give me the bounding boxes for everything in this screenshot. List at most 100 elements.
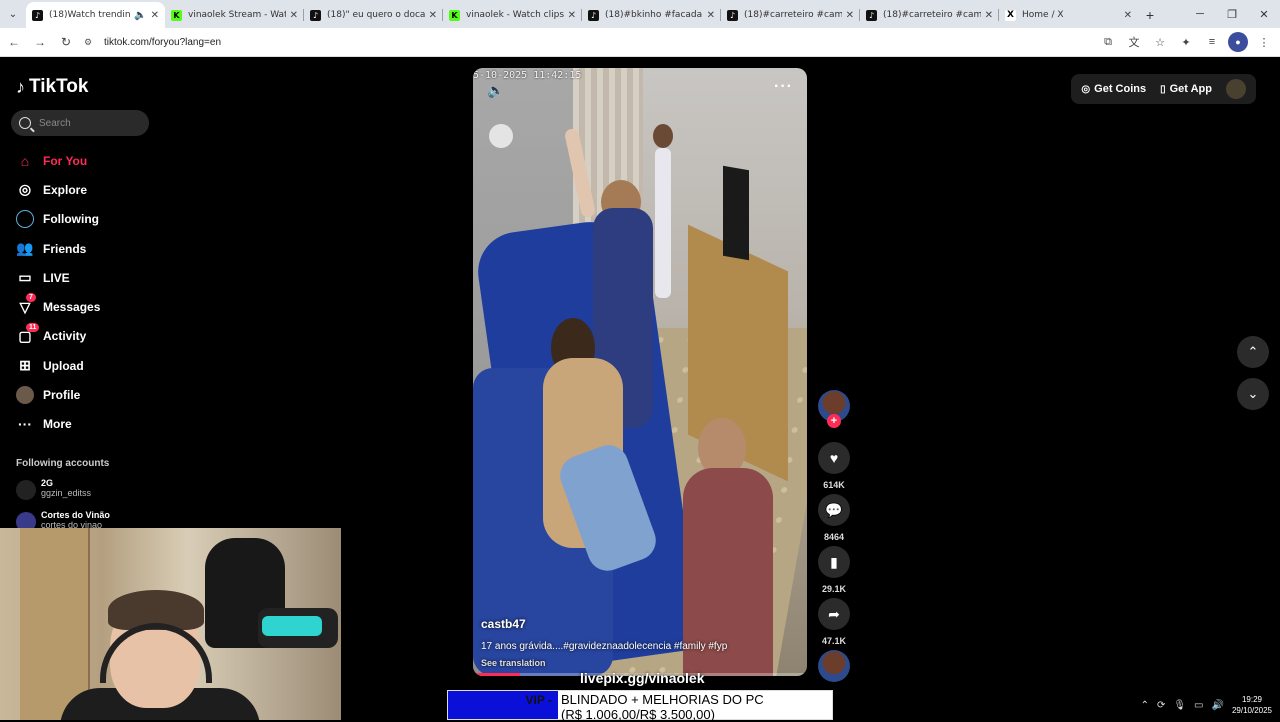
browser-tab[interactable]: ♪ (18)#carreteiro #caminho ✕ bbox=[721, 2, 860, 28]
video-timestamp: 5-10-2025 11:42:15 bbox=[473, 70, 582, 81]
coin-icon: ◎ bbox=[1081, 84, 1091, 95]
activity-badge: 11 bbox=[26, 322, 40, 332]
get-coins-button[interactable]: ◎ Get Coins bbox=[1081, 83, 1146, 95]
x-icon: X bbox=[1005, 9, 1016, 21]
volume-icon[interactable]: 🔊 bbox=[1212, 700, 1224, 711]
minimize-icon[interactable]: ─ bbox=[1184, 0, 1216, 28]
kick-icon: K bbox=[449, 9, 460, 21]
sidebar-item-label: Upload bbox=[43, 358, 84, 373]
new-tab-button[interactable]: + bbox=[1138, 2, 1162, 28]
browser-tab[interactable]: ♪ (18)#carreteiro #caminho ✕ bbox=[860, 2, 999, 28]
sidebar-item-activity[interactable]: ▢ 11 Activity bbox=[16, 322, 100, 351]
window-controls: ─ ❐ ✕ bbox=[1184, 0, 1280, 28]
browser-tab[interactable]: X Home / X ✕ bbox=[999, 2, 1138, 28]
clock-date: 29/10/2025 bbox=[1231, 706, 1272, 715]
tiktok-icon: ♪ bbox=[866, 9, 877, 21]
restore-icon[interactable]: ❐ bbox=[1216, 0, 1248, 28]
follow-plus-icon[interactable]: + bbox=[827, 414, 841, 428]
microphone-icon[interactable]: 🎙 bbox=[1173, 700, 1186, 711]
sidebar-item-following[interactable]: Following bbox=[16, 205, 100, 234]
avatar bbox=[16, 480, 36, 500]
sidebar-item-label: LIVE bbox=[43, 270, 70, 285]
sidebar-item-more[interactable]: ··· More bbox=[16, 410, 100, 439]
banner-goal-title: BLINDADO + MELHORIAS DO PC bbox=[561, 692, 764, 707]
account-name: Cortes do Vinão bbox=[41, 510, 110, 520]
chevron-up-icon: ⌃ bbox=[1247, 344, 1259, 359]
more-options-icon[interactable]: ··· bbox=[774, 78, 793, 96]
search-input[interactable]: Search bbox=[11, 110, 149, 136]
volume-icon[interactable]: 🔈 bbox=[487, 82, 504, 99]
video-player[interactable]: 5-10-2025 11:42:15 🔈 ··· castb47 17 anos… bbox=[473, 68, 807, 676]
browser-tab[interactable]: K vinaolek - Watch clips on ✕ bbox=[443, 2, 582, 28]
clock[interactable]: 19:29 29/10/2025 bbox=[1232, 694, 1272, 716]
sidebar-item-live[interactable]: ▭ LIVE bbox=[16, 263, 100, 292]
get-app-button[interactable]: ▯ Get App bbox=[1160, 83, 1212, 95]
upload-icon: ⊞ bbox=[19, 357, 31, 374]
tab-search-menu-icon[interactable]: ⌄ bbox=[0, 0, 26, 28]
sound-button[interactable] bbox=[818, 650, 850, 682]
close-tab-icon[interactable]: ✕ bbox=[846, 10, 854, 21]
browser-tab[interactable]: K vinaolek Stream - Watch ✕ bbox=[165, 2, 304, 28]
save-button[interactable]: ▮ 29.1K bbox=[818, 546, 850, 594]
comment-button[interactable]: 💬 8464 bbox=[818, 494, 850, 542]
tab-title: (18)Watch trending vi bbox=[49, 10, 131, 20]
close-tab-icon[interactable]: ✕ bbox=[429, 10, 437, 21]
video-author[interactable]: castb47 bbox=[481, 617, 799, 631]
profile-icon[interactable]: ● bbox=[1228, 32, 1248, 52]
close-tab-icon[interactable]: ✕ bbox=[1124, 10, 1132, 21]
site-info-icon[interactable]: ⚙ bbox=[84, 37, 98, 48]
sidebar-item-friends[interactable]: 👥 Friends bbox=[16, 234, 100, 263]
media-controls-icon[interactable]: ≡ bbox=[1202, 32, 1222, 52]
like-button[interactable]: ♥ 614K bbox=[818, 442, 850, 490]
close-window-icon[interactable]: ✕ bbox=[1248, 0, 1280, 28]
browser-tab[interactable]: ♪ (18)" eu quero o doca ✕ bbox=[304, 2, 443, 28]
browser-tab[interactable]: ♪ (18)#bkinho #facada #an ✕ bbox=[582, 2, 721, 28]
reload-icon[interactable]: ↻ bbox=[54, 30, 78, 54]
sidebar-item-explore[interactable]: ◎ Explore bbox=[16, 175, 100, 204]
forward-icon[interactable]: → bbox=[28, 30, 52, 54]
save-count: 29.1K bbox=[821, 584, 847, 594]
toolbar-icons: ⧉ 文 ☆ ✦ ≡ ● ⋮ bbox=[1098, 32, 1274, 52]
next-video-button[interactable]: ⌄ bbox=[1237, 378, 1269, 410]
account-handle: ggzin_editss bbox=[41, 488, 92, 498]
creator-avatar[interactable]: + bbox=[818, 390, 850, 428]
bookmark-star-icon[interactable]: ☆ bbox=[1150, 32, 1170, 52]
top-right-bar: ◎ Get Coins ▯ Get App bbox=[1071, 74, 1256, 104]
video-description: 17 anos grávida....#gravideznaadolecenci… bbox=[481, 641, 728, 652]
previous-video-button[interactable]: ⌃ bbox=[1237, 336, 1269, 368]
chevron-up-icon[interactable]: ⌃ bbox=[1141, 700, 1149, 711]
tiktok-icon: ♪ bbox=[588, 9, 599, 21]
translate-icon[interactable]: 文 bbox=[1124, 32, 1144, 52]
video-progress-fill bbox=[473, 673, 520, 676]
live-icon: ▭ bbox=[18, 269, 32, 286]
sidebar-item-for-you[interactable]: ⌂ For You bbox=[16, 146, 100, 175]
close-tab-icon[interactable]: ✕ bbox=[985, 10, 993, 21]
network-icon[interactable]: ▭ bbox=[1194, 700, 1203, 711]
tab-title: (18)#bkinho #facada #an bbox=[605, 10, 703, 20]
livepix-overlay-text: livepix.gg/vinaolek bbox=[580, 670, 705, 686]
speaker-icon[interactable]: 🔈 bbox=[134, 10, 146, 21]
close-tab-icon[interactable]: ✕ bbox=[151, 10, 159, 21]
close-tab-icon[interactable]: ✕ bbox=[290, 10, 298, 21]
sidebar-item-upload[interactable]: ⊞ Upload bbox=[16, 351, 100, 380]
tiktok-logo[interactable]: ♪ TikTok bbox=[16, 76, 88, 98]
sidebar-item-label: Friends bbox=[43, 241, 87, 256]
back-icon[interactable]: ← bbox=[2, 30, 26, 54]
see-translation-link[interactable]: See translation bbox=[481, 658, 799, 668]
extensions-icon[interactable]: ✦ bbox=[1176, 32, 1196, 52]
sync-icon[interactable]: ⟳ bbox=[1157, 700, 1165, 711]
sidebar-item-messages[interactable]: ▽ 7 Messages bbox=[16, 292, 100, 321]
browser-tab[interactable]: ♪ (18)Watch trending vi 🔈 ✕ bbox=[26, 2, 165, 28]
menu-icon[interactable]: ⋮ bbox=[1254, 32, 1274, 52]
user-avatar[interactable] bbox=[1226, 79, 1246, 99]
install-app-icon[interactable]: ⧉ bbox=[1098, 32, 1118, 52]
following-account[interactable]: 2G ggzin_editss bbox=[16, 478, 156, 500]
tab-title: (18)#carreteiro #caminho bbox=[744, 10, 842, 20]
url-field[interactable]: ⚙ tiktok.com/foryou?lang=en bbox=[84, 32, 1084, 53]
close-tab-icon[interactable]: ✕ bbox=[707, 10, 715, 21]
sidebar-item-profile[interactable]: Profile bbox=[16, 380, 100, 409]
share-button[interactable]: ➦ 47.1K bbox=[818, 598, 850, 646]
close-tab-icon[interactable]: ✕ bbox=[568, 10, 576, 21]
sidebar-item-label: Profile bbox=[43, 388, 81, 403]
profile-avatar bbox=[16, 386, 34, 405]
